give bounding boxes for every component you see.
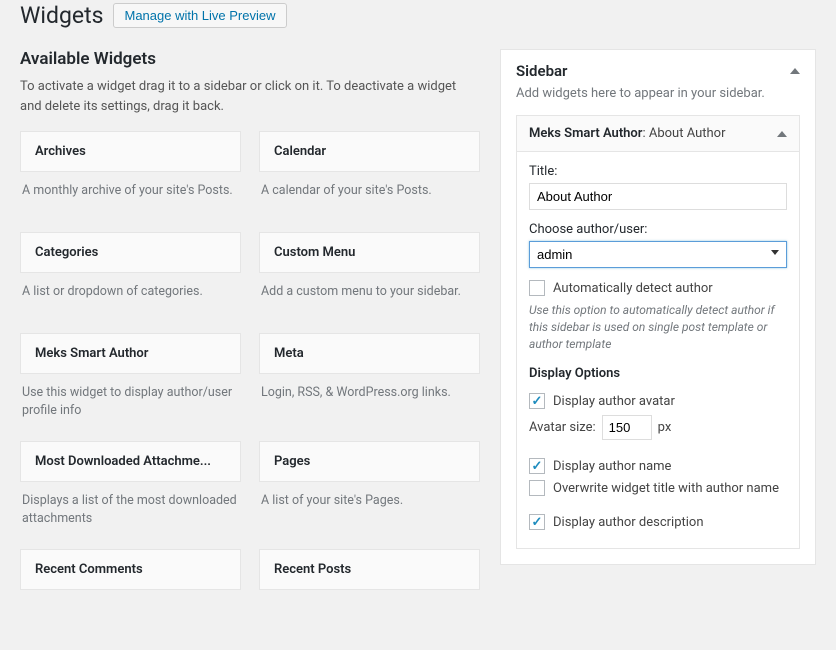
widget-config-instance: : About Author (642, 126, 725, 141)
avatar-size-unit: px (658, 420, 672, 435)
available-widget-item: Recent Posts (259, 549, 480, 640)
available-widget-desc: A list or dropdown of categories. (20, 273, 241, 323)
author-select[interactable] (529, 241, 787, 268)
available-widget-name[interactable]: Recent Posts (259, 549, 480, 590)
collapse-icon (790, 68, 800, 74)
available-widget-desc: A calendar of your site's Posts. (259, 172, 480, 222)
avatar-size-input[interactable] (602, 415, 652, 440)
available-widget-name[interactable]: Archives (20, 131, 241, 172)
display-avatar-label: Display author avatar (553, 394, 675, 409)
sidebar-panel-desc: Add widgets here to appear in your sideb… (501, 86, 815, 115)
author-label: Choose author/user: (529, 222, 787, 237)
avatar-size-label: Avatar size: (529, 420, 596, 435)
available-widget-desc (259, 590, 480, 640)
available-widget-name[interactable]: Meks Smart Author (20, 333, 241, 374)
overwrite-title-label: Overwrite widget title with author name (553, 481, 779, 496)
widget-config-type: Meks Smart Author (529, 126, 642, 141)
widget-config-panel: Meks Smart Author: About Author Title: C… (516, 115, 800, 549)
available-widget-item: PagesA list of your site's Pages. (259, 441, 480, 539)
available-widget-name[interactable]: Meta (259, 333, 480, 374)
auto-detect-help: Use this option to automatically detect … (529, 302, 787, 352)
overwrite-title-checkbox[interactable] (529, 480, 545, 496)
available-widget-item: Recent Comments (20, 549, 241, 640)
available-widgets-desc: To activate a widget drag it to a sideba… (20, 77, 480, 116)
display-desc-label: Display author description (553, 515, 704, 530)
auto-detect-label: Automatically detect author (553, 281, 713, 296)
display-name-checkbox[interactable] (529, 458, 545, 474)
auto-detect-checkbox[interactable] (529, 280, 545, 296)
available-widget-name[interactable]: Calendar (259, 131, 480, 172)
available-widget-name[interactable]: Custom Menu (259, 232, 480, 273)
collapse-icon (777, 131, 787, 137)
available-widget-item: Meks Smart AuthorUse this widget to disp… (20, 333, 241, 431)
available-widget-desc: Use this widget to display author/user p… (20, 374, 241, 431)
available-widget-desc: Add a custom menu to your sidebar. (259, 273, 480, 323)
title-label: Title: (529, 164, 787, 179)
sidebar-panel-title: Sidebar (516, 62, 567, 80)
sidebar-panel: Sidebar Add widgets here to appear in yo… (500, 49, 816, 565)
display-options-title: Display Options (529, 366, 787, 381)
widget-config-header[interactable]: Meks Smart Author: About Author (517, 116, 799, 152)
available-widget-item: Custom MenuAdd a custom menu to your sid… (259, 232, 480, 323)
available-widget-item: ArchivesA monthly archive of your site's… (20, 131, 241, 222)
available-widget-item: MetaLogin, RSS, & WordPress.org links. (259, 333, 480, 431)
available-widget-desc (20, 590, 241, 640)
manage-live-preview-button[interactable]: Manage with Live Preview (113, 3, 286, 28)
display-avatar-checkbox[interactable] (529, 393, 545, 409)
available-widgets-grid: ArchivesA monthly archive of your site's… (20, 131, 480, 650)
page-title: Widgets (20, 2, 103, 29)
available-widget-name[interactable]: Recent Comments (20, 549, 241, 590)
available-widget-desc: A monthly archive of your site's Posts. (20, 172, 241, 222)
available-widget-name[interactable]: Categories (20, 232, 241, 273)
available-widget-item: CategoriesA list or dropdown of categori… (20, 232, 241, 323)
available-widget-name[interactable]: Pages (259, 441, 480, 482)
display-desc-checkbox[interactable] (529, 514, 545, 530)
available-widget-name[interactable]: Most Downloaded Attachme... (20, 441, 241, 482)
available-widget-item: Most Downloaded Attachme...Displays a li… (20, 441, 241, 539)
available-widget-item: CalendarA calendar of your site's Posts. (259, 131, 480, 222)
available-widgets-title: Available Widgets (20, 49, 480, 69)
sidebar-panel-header[interactable]: Sidebar (501, 50, 815, 86)
available-widget-desc: Login, RSS, & WordPress.org links. (259, 374, 480, 424)
available-widget-desc: A list of your site's Pages. (259, 482, 480, 532)
title-input[interactable] (529, 183, 787, 210)
display-name-label: Display author name (553, 459, 671, 474)
available-widget-desc: Displays a list of the most downloaded a… (20, 482, 241, 539)
